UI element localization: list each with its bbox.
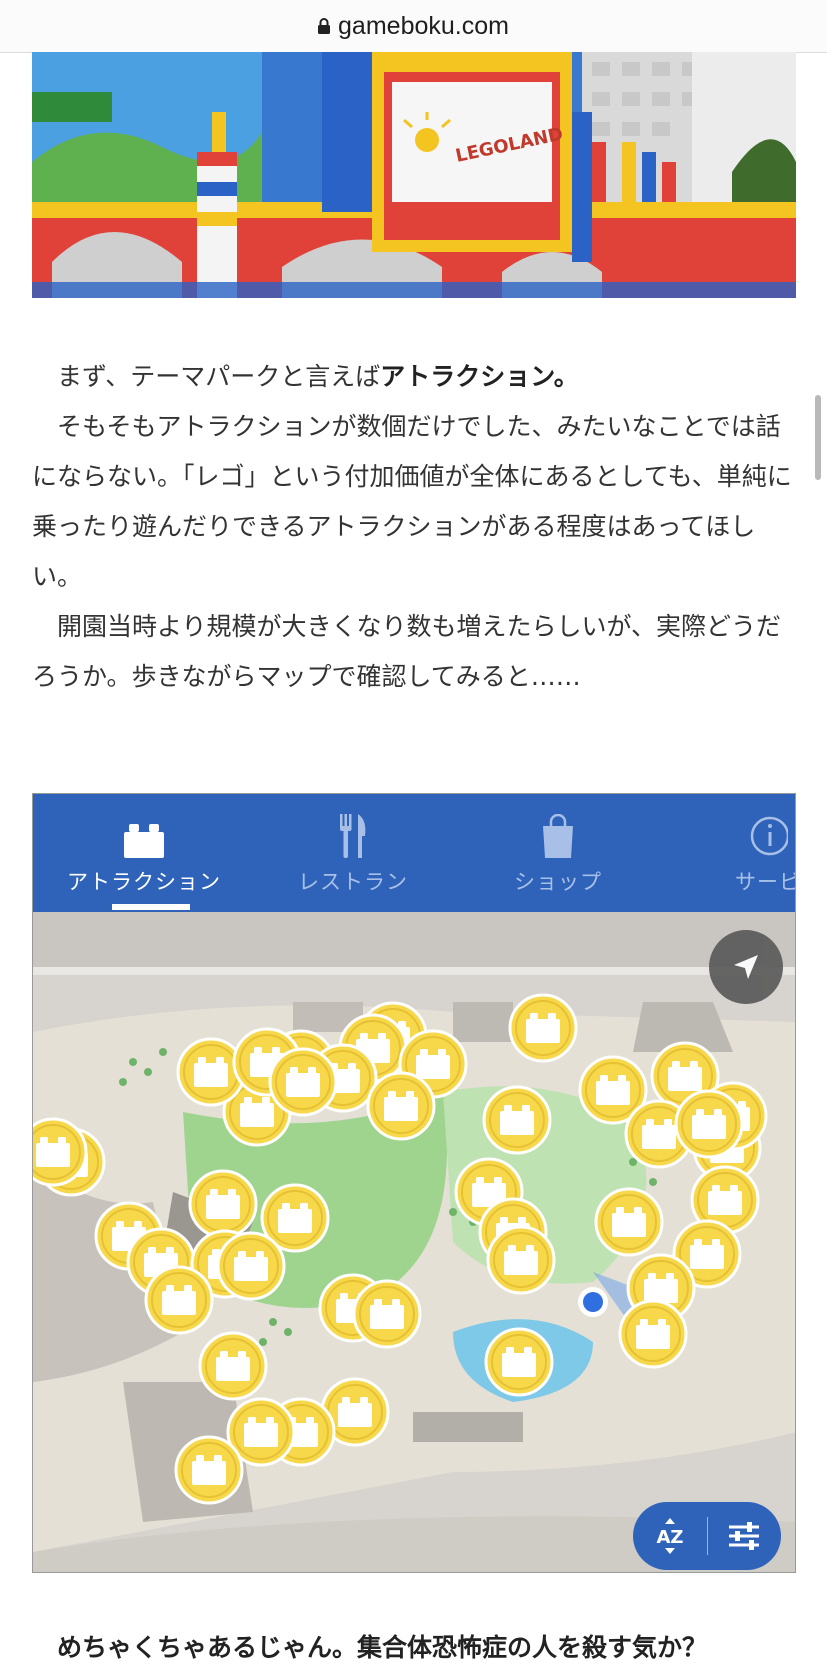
attraction-pin[interactable]	[174, 1435, 244, 1505]
sort-label: AZ	[656, 1527, 683, 1548]
app-screenshot: アトラクション レストラン ショップ サービ AZ	[32, 793, 796, 1573]
legoland-facade-illustration: LEGOLAND	[32, 52, 796, 298]
paragraph-text: まず、テーマパークと言えば	[57, 362, 381, 391]
attraction-pin[interactable]	[508, 993, 578, 1063]
attraction-pin[interactable]	[216, 1231, 286, 1301]
attraction-pin[interactable]	[144, 1265, 214, 1335]
article-body: まず、テーマパークと言えばアトラクション。 そもそもアトラクションが数個だけでし…	[32, 352, 792, 702]
attraction-pin[interactable]	[674, 1089, 744, 1159]
tab-restaurants[interactable]: レストラン	[283, 794, 423, 912]
sort-az-icon: AZ	[656, 1518, 683, 1554]
attraction-pin[interactable]	[352, 1279, 422, 1349]
attraction-pin[interactable]	[594, 1187, 664, 1257]
closing-remark: めちゃくちゃあるじゃん。集合体恐怖症の人を殺す気か？	[57, 1633, 708, 1662]
info-icon	[748, 812, 788, 858]
attraction-pin[interactable]	[618, 1299, 688, 1369]
attraction-pin[interactable]	[484, 1327, 554, 1397]
hero-photo: LEGOLAND	[32, 52, 796, 298]
attraction-pin[interactable]	[366, 1071, 436, 1141]
attraction-pin[interactable]	[33, 1117, 88, 1187]
article-paragraph-1: まず、テーマパークと言えばアトラクション。	[32, 352, 792, 402]
url-domain: gameboku.com	[338, 11, 509, 40]
tab-label: ショップ	[514, 870, 602, 894]
page-scrollbar[interactable]	[815, 395, 821, 480]
sliders-icon	[729, 1522, 760, 1550]
tab-label: レストラン	[298, 870, 408, 894]
filter-button[interactable]	[708, 1502, 782, 1570]
park-map[interactable]	[33, 912, 796, 1573]
fork-knife-icon	[338, 812, 368, 858]
navigation-arrow-icon[interactable]	[709, 930, 783, 1004]
sort-filter-control[interactable]: AZ	[633, 1502, 781, 1570]
attraction-pin[interactable]	[188, 1169, 258, 1239]
active-tab-indicator	[112, 904, 190, 910]
tab-shops[interactable]: ショップ	[488, 794, 628, 912]
tab-label: アトラクション	[67, 870, 221, 894]
app-tab-bar: アトラクション レストラン ショップ サービ	[33, 794, 796, 912]
attraction-pin[interactable]	[486, 1225, 556, 1295]
lock-icon	[318, 18, 331, 34]
shopping-bag-icon	[539, 812, 577, 858]
tab-attractions[interactable]: アトラクション	[67, 794, 221, 912]
emphasis-text: アトラクション。	[380, 362, 579, 391]
article-paragraph-3: 開園当時より規模が大きくなり数も増えたらしいが、実際どうだろうか。歩きながらマッ…	[32, 612, 782, 691]
tab-services[interactable]: サービ	[713, 794, 796, 912]
browser-url-bar[interactable]: gameboku.com	[0, 0, 827, 53]
attraction-pin[interactable]	[482, 1085, 552, 1155]
article-paragraph-2: そもそもアトラクションが数個だけでした、みたいなことでは話にならない。「レゴ」と…	[32, 412, 792, 591]
lego-brick-icon	[124, 812, 164, 858]
sort-az-button[interactable]: AZ	[633, 1502, 707, 1570]
tab-label: サービ	[735, 870, 796, 894]
attraction-pin[interactable]	[268, 1047, 338, 1117]
attraction-pin[interactable]	[198, 1331, 268, 1401]
